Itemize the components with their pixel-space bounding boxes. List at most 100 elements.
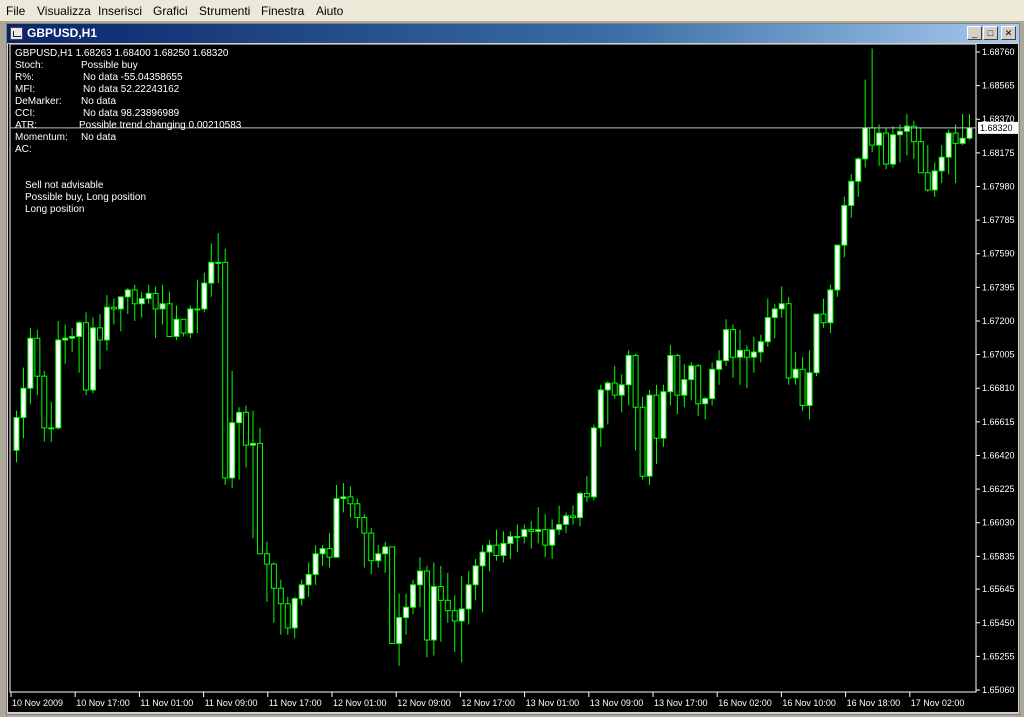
candle-body [389,546,396,644]
y-tick-label: 1.67005 [982,350,1015,360]
menu-finestra[interactable]: Finestra [261,4,304,18]
candle-body [444,599,451,612]
candle-body [20,387,27,419]
candle-body [430,586,437,641]
candle-body [938,156,945,172]
y-tick-label: 1.66030 [982,518,1015,528]
candle-body [340,496,347,500]
candle-body [194,308,201,311]
y-tick-label: 1.67395 [982,282,1015,292]
candle-body [159,303,166,310]
candle-body [416,570,423,586]
candle-body [945,132,952,158]
x-tick-label: 13 Nov 01:00 [526,698,580,708]
minimize-button[interactable]: _ [967,26,982,40]
y-tick-label: 1.67785 [982,215,1015,225]
candle-body [556,523,563,531]
maximize-button[interactable]: □ [983,26,998,40]
candle-body [876,132,883,146]
x-tick-label: 11 Nov 17:00 [269,698,322,708]
y-tick-label: 1.65255 [982,651,1015,661]
candle-body [785,303,792,379]
candle-body [813,313,820,374]
menu-bar: File Visualizza Inserisci Grafici Strume… [0,0,1024,22]
candle-body [13,417,20,451]
candle-body [368,532,375,562]
candle-body [166,303,173,338]
candle-body [563,515,570,525]
candle-body [576,492,583,519]
candle-body [709,368,716,400]
y-tick-label: 1.65060 [982,685,1015,695]
candle-body [465,584,472,610]
candle-body [771,308,778,319]
x-tick-label: 12 Nov 09:00 [397,698,451,708]
window-title: GBPUSD,H1 [27,26,98,40]
candle-body [90,327,96,391]
indicator-value: No data 52.22243162 [83,84,180,95]
candle-body [55,339,62,429]
menu-aiuto[interactable]: Aiuto [316,4,343,18]
candle-body [590,427,597,498]
x-tick-label: 13 Nov 17:00 [654,698,708,708]
y-tick-label: 1.68565 [982,81,1015,91]
window-titlebar[interactable]: GBPUSD,H1 _ □ ✕ [7,24,1019,43]
candle-body [931,170,938,191]
candle-body [535,529,542,532]
candle-body [917,141,924,174]
candle-body [695,365,702,405]
candle-body [354,503,361,519]
candle-body [924,172,931,191]
menu-file[interactable]: File [6,4,25,18]
candle-body [69,336,76,339]
candle-body [83,322,90,391]
candle-body [890,134,896,165]
candle-body [639,406,646,477]
x-tick-label: 12 Nov 01:00 [333,698,387,708]
close-button[interactable]: ✕ [1001,26,1016,40]
candle-body [152,292,159,310]
candle-body [208,261,215,284]
candle-body [493,544,500,557]
candle-body [625,354,632,386]
candle-body [855,158,862,182]
candle-body [396,617,403,644]
menu-inserisci[interactable]: Inserisci [98,4,142,18]
indicator-name: AC: [15,144,32,155]
mdi-workspace: GBPUSD,H1 _ □ ✕ 1.68760 1.68565 1.68370 1.6… [0,21,1024,717]
candle-body [834,244,841,291]
candle-body [681,379,688,396]
y-tick-label: 1.67980 [982,181,1015,191]
candle-body [110,306,117,310]
chart-area[interactable]: 1.68760 1.68565 1.68370 1.68175 1.67980 1.677… [8,44,1018,712]
indicator-value: No data -55.04358655 [83,72,183,83]
candle-body [333,498,340,558]
candle-body [284,603,291,629]
candle-body [277,587,284,605]
candle-body [750,351,757,358]
candle-body [437,586,444,601]
y-tick-label: 1.68760 [982,47,1015,57]
menu-strumenti[interactable]: Strumenti [199,4,250,18]
candle-body [298,584,305,600]
candle-body [507,536,514,544]
candle-body [528,529,535,532]
candle-body [180,318,187,334]
candle-body [145,292,152,300]
x-tick-label: 16 Nov 18:00 [847,698,901,708]
y-tick-label: 1.66810 [982,383,1015,393]
indicator-name: Momentum: [15,132,68,143]
candle-body [841,204,848,246]
candle-body [472,565,479,586]
candlestick-chart[interactable]: 1.687601.685651.683701.681751.679801.677… [8,44,1018,712]
menu-visualizza[interactable]: Visualizza [37,4,91,18]
candle-body [549,529,556,546]
indicator-name: Stoch: [15,60,44,71]
candle-body [124,289,131,298]
candle-body [48,427,55,430]
menu-grafici[interactable]: Grafici [153,4,188,18]
candle-body [500,542,507,557]
candle-body [514,536,521,539]
indicator-value: Possible buy [81,60,138,71]
candle-body [312,553,319,575]
